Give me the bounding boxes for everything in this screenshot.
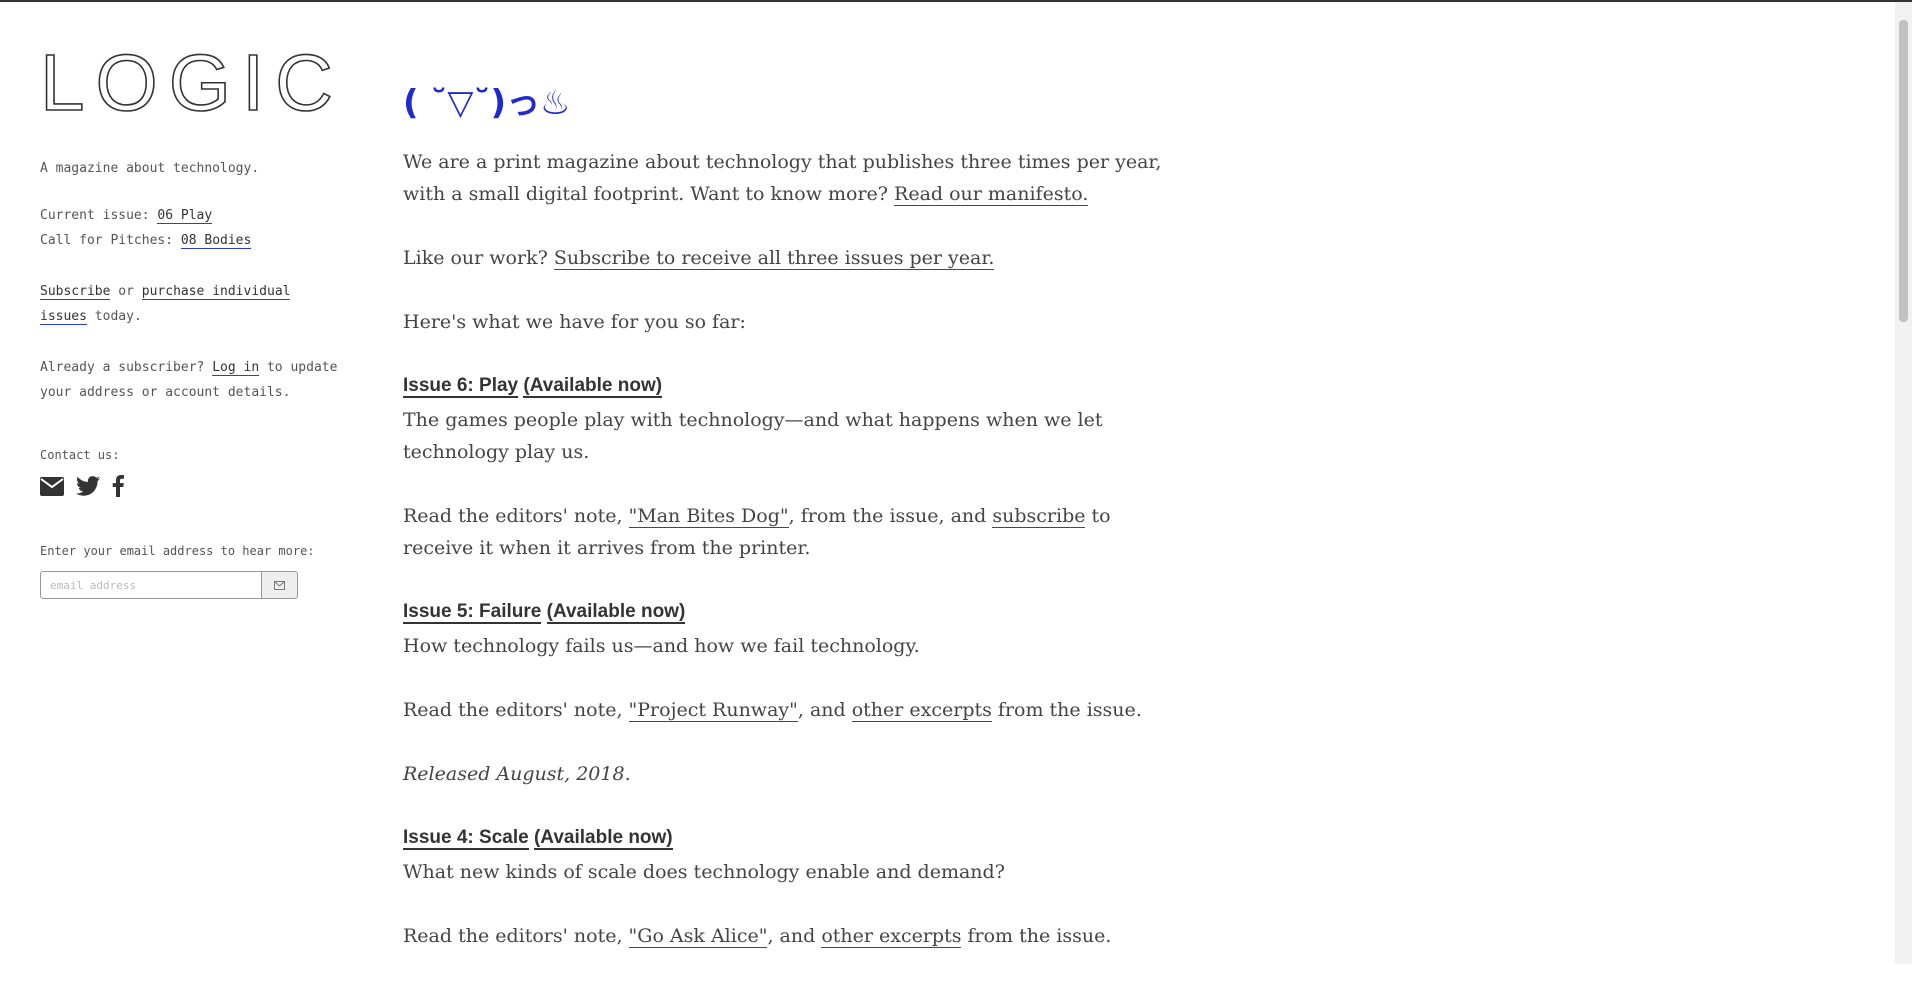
- email-signup-label: Enter your email address to hear more:: [40, 544, 315, 558]
- top-border: [0, 0, 1912, 2]
- note-middle: , and: [797, 699, 852, 721]
- today-text: today.: [86, 309, 142, 324]
- like-text: Like our work?: [403, 247, 554, 269]
- issue-6-available-link[interactable]: (Available now): [523, 375, 663, 398]
- note-middle: , and: [767, 925, 822, 947]
- note-middle: , from the issue, and: [788, 505, 993, 527]
- envelope-icon: [274, 578, 285, 593]
- issue-5-note-link[interactable]: "Project Runway": [628, 699, 798, 722]
- issue-6-note: Read the editors' note, "Man Bites Dog",…: [403, 500, 1183, 564]
- issue-6-note-link[interactable]: "Man Bites Dog": [628, 505, 789, 528]
- pitches-label: Call for Pitches:: [40, 233, 174, 248]
- login-link[interactable]: Log in: [212, 360, 260, 376]
- issue-5-note: Read the editors' note, "Project Runway"…: [403, 694, 1183, 726]
- envelope-icon[interactable]: [40, 476, 64, 496]
- so-far-text: Here's what we have for you so far:: [403, 311, 746, 333]
- twitter-icon[interactable]: [76, 476, 100, 496]
- note-suffix: from the issue.: [961, 925, 1112, 947]
- subscribe-text: Subscribe or purchase individual issues …: [40, 279, 340, 329]
- issue-4-description: What new kinds of scale does technology …: [403, 861, 1005, 883]
- kaomoji-heading: ( ˘▽˘)っ♨: [403, 83, 571, 123]
- current-issue-link[interactable]: 06 Play: [157, 208, 213, 224]
- issue-4-available-link[interactable]: (Available now): [533, 827, 673, 850]
- manifesto-link[interactable]: Read our manifesto.: [894, 183, 1089, 206]
- issue-4-note: Read the editors' note, "Go Ask Alice", …: [403, 920, 1183, 952]
- already-subscriber-text: Already a subscriber?: [40, 360, 213, 375]
- issue-5-heading: Issue 5: Failure (Available now): [403, 596, 1183, 628]
- email-submit-button[interactable]: [262, 571, 298, 599]
- note-prefix: Read the editors' note,: [403, 925, 629, 947]
- main-content: ( ˘▽˘)っ♨ We are a print magazine about t…: [403, 80, 1183, 984]
- note-prefix: Read the editors' note,: [403, 699, 629, 721]
- scrollbar[interactable]: [1895, 2, 1912, 964]
- social-links: [40, 473, 340, 499]
- contact-label: Contact us:: [40, 448, 120, 462]
- issue-4-excerpts-link[interactable]: other excerpts: [821, 925, 962, 948]
- email-signup-form: [40, 571, 340, 599]
- email-input[interactable]: [40, 571, 262, 599]
- issue-5-available-link[interactable]: (Available now): [546, 601, 686, 624]
- issue-5-released: Released August, 2018.: [403, 763, 631, 785]
- issue-6-heading: Issue 6: Play (Available now): [403, 370, 1183, 402]
- or-text: or: [110, 284, 142, 299]
- note-suffix: from the issue.: [991, 699, 1142, 721]
- issue-6-description: The games people play with technology—an…: [403, 409, 1103, 463]
- logo[interactable]: LOGIC: [39, 42, 340, 124]
- issue-6-title-link[interactable]: Issue 6: Play: [403, 375, 519, 398]
- scrollbar-thumb[interactable]: [1899, 20, 1908, 322]
- issue-6-subscribe-link[interactable]: subscribe: [992, 505, 1086, 528]
- subscribe-paragraph: Like our work? Subscribe to receive all …: [403, 242, 1183, 274]
- tagline: A magazine about technology.: [40, 161, 260, 176]
- issue-info: Current issue: 06 Play Call for Pitches:…: [40, 203, 340, 253]
- issue-5-description: How technology fails us—and how we fail …: [403, 635, 920, 657]
- current-issue-label: Current issue:: [40, 208, 150, 223]
- issue-5-excerpts-link[interactable]: other excerpts: [851, 699, 992, 722]
- issue-4-note-link[interactable]: "Go Ask Alice": [628, 925, 768, 948]
- note-prefix: Read the editors' note,: [403, 505, 629, 527]
- pitches-link[interactable]: 08 Bodies: [180, 233, 252, 249]
- issue-5-title-link[interactable]: Issue 5: Failure: [403, 601, 542, 624]
- issue-4-title-link[interactable]: Issue 4: Scale: [403, 827, 529, 850]
- issue-4-heading: Issue 4: Scale (Available now): [403, 822, 1183, 854]
- intro-paragraph: We are a print magazine about technology…: [403, 146, 1183, 210]
- login-text: Already a subscriber? Log in to update y…: [40, 355, 340, 405]
- sidebar-subscribe-link[interactable]: Subscribe: [40, 284, 111, 300]
- facebook-icon[interactable]: [112, 475, 124, 497]
- sidebar: LOGIC A magazine about technology. Curre…: [39, 42, 340, 599]
- subscribe-link[interactable]: Subscribe to receive all three issues pe…: [553, 247, 995, 270]
